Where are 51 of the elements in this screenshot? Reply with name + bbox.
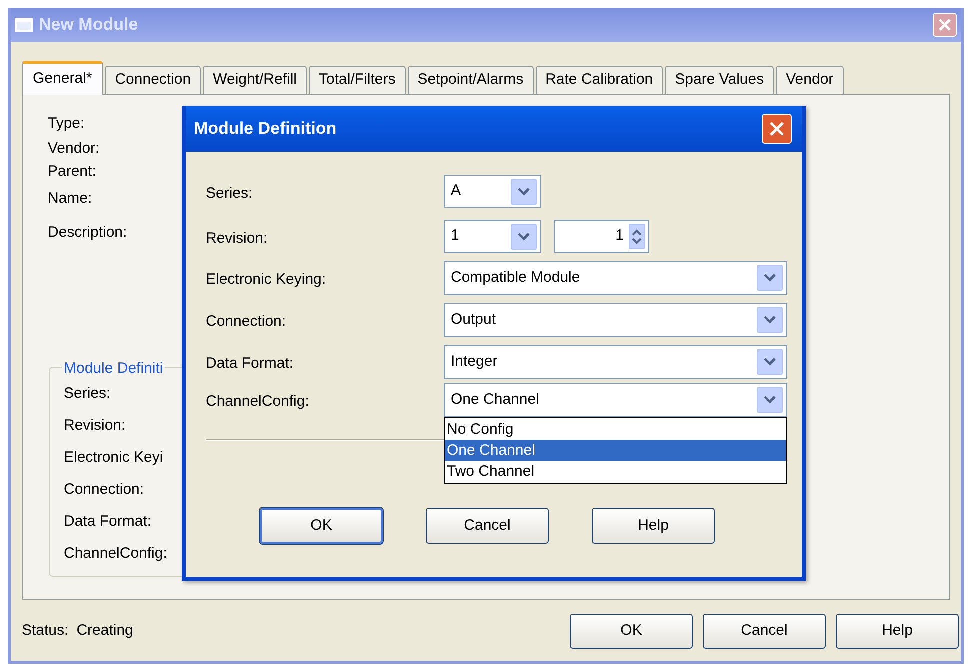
status-label: Status:	[22, 621, 69, 642]
field-label: Data Format:	[64, 512, 152, 532]
combo-box[interactable]: Integer	[444, 345, 787, 379]
field-label: Connection:	[64, 480, 144, 500]
field-label: Electronic Keyi	[64, 448, 164, 468]
field-label: Revision:	[206, 229, 268, 249]
tab[interactable]: Total/Filters	[309, 66, 406, 94]
dropdown-option[interactable]: One Channel	[445, 440, 786, 461]
dropdown-option[interactable]: No Config	[445, 419, 786, 440]
close-icon	[769, 121, 785, 137]
dropdown-option[interactable]: Two Channel	[445, 461, 786, 482]
field-label: Name:	[48, 190, 92, 207]
field-label: Type:	[48, 115, 85, 132]
combo-box[interactable]: A	[444, 175, 541, 208]
dialog-button[interactable]: Cancel	[703, 614, 826, 649]
close-icon	[938, 18, 952, 32]
dialog-title: Module Definition	[194, 118, 337, 140]
dialog-button[interactable]: Cancel	[426, 508, 549, 544]
tab[interactable]: Connection	[105, 66, 202, 94]
combo-box[interactable]: 1	[444, 220, 541, 253]
tab[interactable]: Vendor	[776, 66, 844, 94]
field-label: Vendor:	[48, 140, 100, 157]
combo-box[interactable]: Compatible Module	[444, 261, 787, 295]
field-label: Connection:	[206, 312, 286, 332]
dialog-button[interactable]: OK	[570, 614, 693, 649]
combo-box[interactable]: Output	[444, 303, 787, 337]
tab[interactable]: Weight/Refill	[203, 66, 308, 94]
field-label: Revision:	[64, 416, 126, 436]
combo-box[interactable]: One Channel	[444, 383, 787, 417]
tab[interactable]: Setpoint/Alarms	[408, 66, 534, 94]
window-title: New Module	[39, 14, 138, 36]
field-label: Series:	[64, 384, 111, 404]
status-value: Creating	[76, 621, 134, 642]
tab[interactable]: General*	[22, 61, 104, 95]
dialog-button[interactable]: Help	[836, 614, 959, 649]
spin-arrows-icon[interactable]	[629, 224, 645, 249]
close-button[interactable]	[933, 13, 957, 37]
window-icon	[15, 18, 33, 32]
field-label: Series:	[206, 184, 253, 204]
field-label: Data Format:	[206, 354, 294, 374]
close-button[interactable]	[762, 114, 792, 144]
dialog-button[interactable]: OK	[260, 508, 383, 544]
dialog-button[interactable]: Help	[592, 508, 715, 544]
field-label: Electronic Keying:	[206, 270, 326, 290]
spin-box[interactable]: 1	[554, 220, 649, 253]
tab[interactable]: Spare Values	[665, 66, 774, 94]
field-label: Parent:	[48, 163, 96, 180]
field-label: ChannelConfig:	[64, 544, 168, 564]
field-label: Description:	[48, 224, 128, 241]
field-label: ChannelConfig:	[206, 392, 310, 412]
tab[interactable]: Rate Calibration	[536, 66, 664, 94]
